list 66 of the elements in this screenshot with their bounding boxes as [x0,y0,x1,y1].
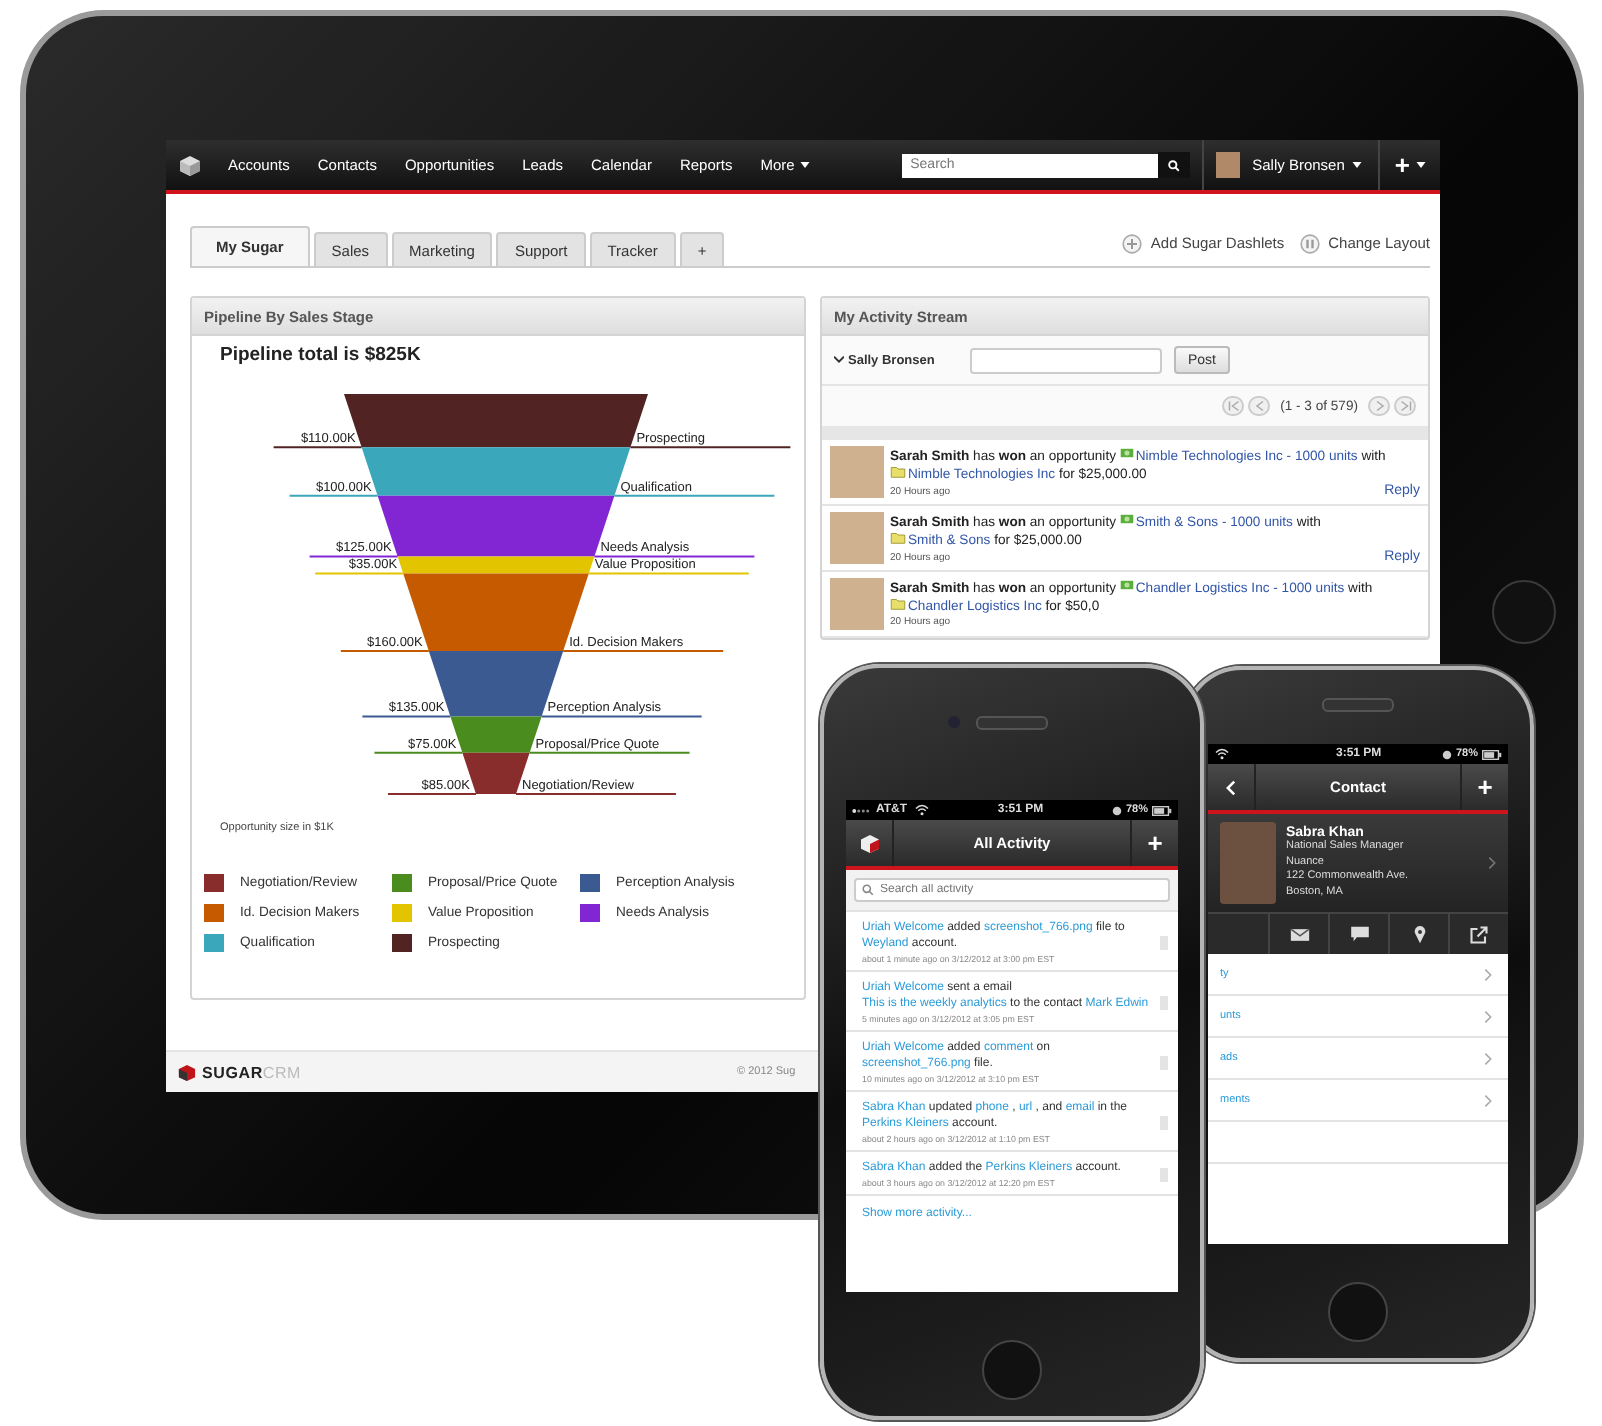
folder-icon [890,532,906,544]
alarm-icon [1441,749,1452,759]
leader-line [272,446,363,449]
chevron-icon [1484,967,1492,981]
home-button[interactable] [1492,580,1556,644]
add-button[interactable]: + [1130,820,1178,866]
home-button[interactable] [1328,1282,1388,1342]
logo-wordmark: SUGARCRM [202,1063,302,1081]
chevron-icon [1484,1009,1492,1023]
back-icon [1226,779,1236,795]
location-pin-icon [1413,925,1425,943]
caret-icon [1416,162,1426,168]
speaker-grille [976,716,1048,730]
add-button[interactable]: + [1460,764,1508,810]
folder-icon [890,598,906,610]
post-field[interactable] [970,347,1162,373]
wifi-icon [1214,748,1230,760]
caret-icon [800,162,811,168]
photo-placeholder [1220,822,1276,904]
speech-bubble-icon [1349,926,1369,942]
alarm-icon [1111,805,1122,815]
leader-line [387,793,477,795]
search-icon [1168,159,1181,171]
photo-placeholder [830,512,884,564]
previous-page-button[interactable] [1248,396,1271,416]
chevron-icon [1484,1093,1492,1107]
leader-line [373,751,464,754]
wifi-icon [913,804,930,816]
search-button[interactable] [1158,152,1191,178]
leader-line [308,555,399,558]
photo-placeholder [830,578,884,630]
leader-line [339,649,430,652]
money-icon [1119,446,1134,460]
money-icon [1119,578,1134,592]
leader-line [288,494,379,497]
create-button[interactable]: + [1380,150,1440,180]
leader-line [361,715,452,718]
cube-logo-icon [859,833,879,853]
battery-icon [1151,805,1172,815]
avatar-placeholder [1216,152,1241,178]
last-page-icon [1399,400,1411,412]
chevron-icon [834,356,844,364]
first-page-icon [1227,400,1240,412]
chevron-icon [1488,856,1496,870]
signal-icon [852,807,870,813]
battery-icon [1482,749,1502,759]
first-page-button[interactable] [1222,396,1245,416]
folder-icon [890,466,906,478]
home-button[interactable] [982,1340,1042,1400]
last-page-button[interactable] [1394,396,1416,416]
cube-logo-icon [178,1063,196,1081]
caret-icon [1352,162,1363,168]
chart-title: Pipeline total is $825K [218,342,423,366]
money-icon [1119,512,1134,526]
speaker-grille [1322,698,1394,712]
envelope-icon [1289,927,1309,941]
search-icon [862,884,874,896]
layout-icon [1300,233,1321,253]
leader-line [314,572,405,575]
plus-circle-icon [1122,233,1143,253]
next-page-button[interactable] [1368,396,1390,416]
external-link-icon [1470,925,1488,943]
previous-icon [1253,400,1266,412]
chevron-icon [1484,1051,1492,1065]
next-icon [1373,400,1385,412]
photo-placeholder [830,446,884,498]
